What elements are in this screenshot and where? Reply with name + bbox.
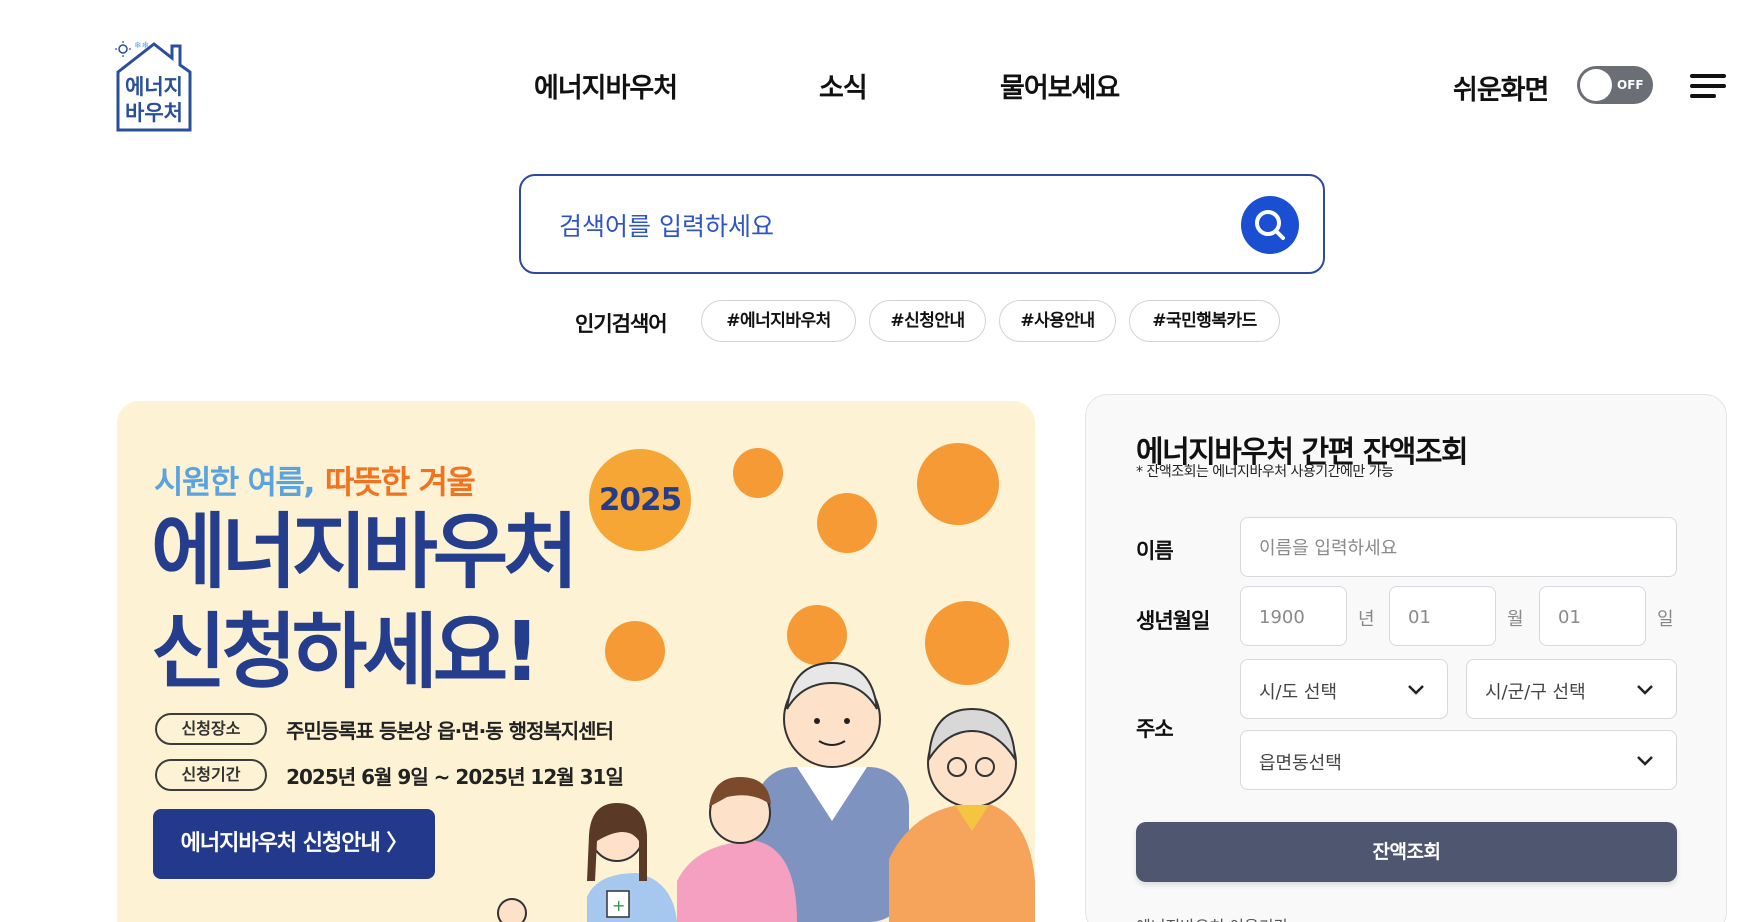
- search-input[interactable]: [559, 206, 1179, 246]
- birth-day-field: [1539, 586, 1648, 646]
- banner-slogan-summer: 시원한 여름,: [154, 463, 316, 501]
- toggle-state-text: OFF: [1617, 78, 1644, 92]
- keyword-tag[interactable]: #사용안내: [999, 300, 1116, 342]
- family-illustration: +: [497, 661, 1035, 922]
- banner-period-label: 신청기간: [155, 759, 267, 791]
- easy-screen-label: 쉬운화면: [1453, 75, 1549, 106]
- dong-select-value: 읍면동선택: [1259, 753, 1342, 774]
- banner-apply-guide-button[interactable]: 에너지바우처 신청안내 〉: [153, 809, 435, 879]
- banner-year-badge: 2025: [589, 449, 691, 551]
- birth-day-input[interactable]: [1558, 602, 1648, 632]
- chevron-down-icon: [1637, 756, 1653, 766]
- keyword-tag[interactable]: #국민행복카드: [1129, 300, 1280, 342]
- search-button[interactable]: [1241, 196, 1299, 254]
- banner-slogan-winter: 따뜻한 겨울: [325, 463, 476, 501]
- birth-month-input[interactable]: [1408, 602, 1498, 632]
- day-unit: 일: [1657, 609, 1674, 630]
- year-unit: 년: [1358, 609, 1375, 630]
- banner-place-label: 신청장소: [155, 713, 267, 745]
- popular-keywords-label: 인기검색어: [575, 312, 668, 336]
- month-unit: 월: [1507, 609, 1524, 630]
- easy-screen-toggle[interactable]: OFF: [1577, 66, 1653, 104]
- dong-select[interactable]: 읍면동선택: [1240, 730, 1677, 790]
- svg-text:+: +: [612, 896, 625, 915]
- heater-icon: [733, 448, 783, 498]
- birth-year-input[interactable]: [1259, 602, 1349, 632]
- address-label: 주소: [1136, 717, 1174, 741]
- search-icon: [1255, 210, 1285, 240]
- chevron-down-icon: [1637, 685, 1653, 695]
- balance-note: * 잔액조회는 에너지바우처 사용기간에만 가능: [1136, 464, 1394, 480]
- banner-title-line1: 에너지바우처: [151, 505, 579, 600]
- promo-banner[interactable]: 시원한 여름, 따뜻한 겨울 2025 에너지바우처 신청하세요! 신청장소 주…: [117, 401, 1035, 922]
- keyword-tag[interactable]: #에너지바우처: [701, 300, 856, 342]
- sigungu-select-value: 시/군/구 선택: [1485, 682, 1586, 703]
- birth-year-field: [1240, 586, 1349, 646]
- name-field: [1240, 517, 1677, 577]
- birth-label: 생년월일: [1136, 609, 1210, 633]
- balance-submit-button[interactable]: 잔액조회: [1136, 822, 1677, 882]
- nav-item-news[interactable]: 소식: [819, 66, 868, 105]
- birth-month-field: [1389, 586, 1498, 646]
- chevron-down-icon: [1408, 685, 1424, 695]
- hamburger-menu-icon[interactable]: [1690, 72, 1726, 100]
- sido-select[interactable]: 시/도 선택: [1240, 659, 1448, 719]
- balance-inquiry-panel: 에너지바우처 간편 잔액조회 * 잔액조회는 에너지바우처 사용기간에만 가능 …: [1085, 394, 1727, 922]
- sigungu-select[interactable]: 시/군/구 선택: [1466, 659, 1677, 719]
- search-box: [519, 174, 1325, 274]
- toggle-knob: [1580, 69, 1612, 101]
- keyword-tag[interactable]: #신청안내: [869, 300, 986, 342]
- sido-select-value: 시/도 선택: [1259, 682, 1338, 703]
- usage-period-link[interactable]: 에너지바우처 이용기간: [1136, 913, 1288, 922]
- name-input[interactable]: [1259, 533, 1629, 563]
- popular-keywords: 인기검색어 #에너지바우처 #신청안내 #사용안내 #국민행복카드: [0, 300, 1762, 344]
- nav-item-energy-voucher[interactable]: 에너지바우처: [534, 66, 678, 105]
- name-label: 이름: [1136, 539, 1174, 563]
- nav-item-ask[interactable]: 물어보세요: [1000, 66, 1120, 105]
- gas-tank-icon: [817, 493, 877, 553]
- boiler-icon: [917, 443, 999, 525]
